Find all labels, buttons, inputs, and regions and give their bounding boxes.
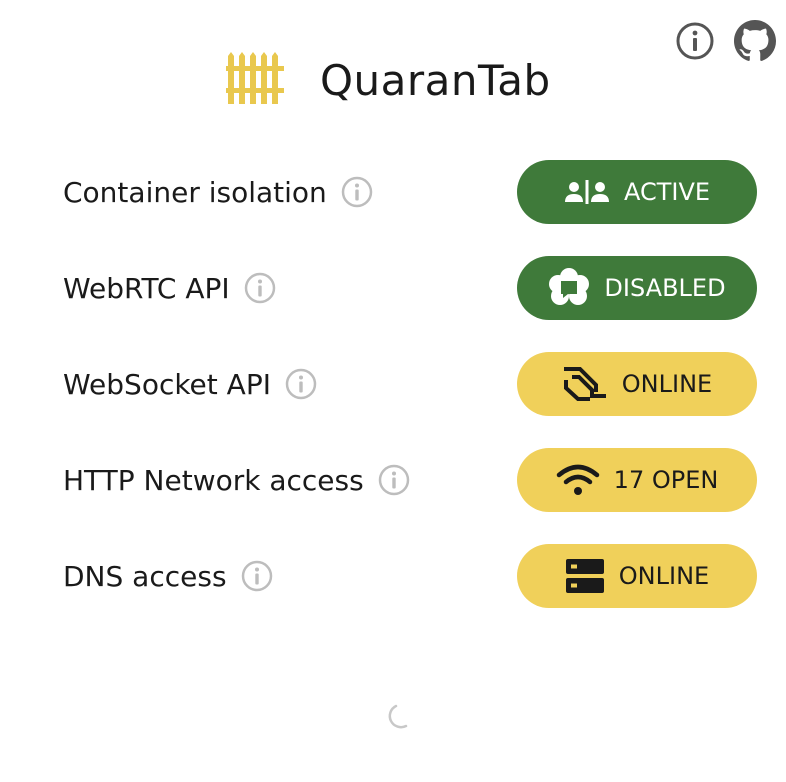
row-label: HTTP Network access <box>63 463 364 497</box>
status-text: DISABLED <box>604 274 726 302</box>
row-container-isolation: Container isolation ACTIVE <box>63 160 757 224</box>
top-icons <box>674 20 776 62</box>
status-text: ONLINE <box>621 370 713 398</box>
status-button-dns[interactable]: ONLINE <box>517 544 757 608</box>
row-label: Container isolation <box>63 175 327 209</box>
row-label: WebRTC API <box>63 271 230 305</box>
status-button-container-isolation[interactable]: ACTIVE <box>517 160 757 224</box>
info-icon[interactable] <box>285 368 317 400</box>
row-webrtc: WebRTC API DISABLED <box>63 256 757 320</box>
app-header: QuaranTab <box>226 52 551 109</box>
fence-icon <box>226 52 284 109</box>
info-icon[interactable] <box>378 464 410 496</box>
status-text: 17 OPEN <box>613 466 719 494</box>
row-http-network: HTTP Network access 17 OPEN <box>63 448 757 512</box>
users-divider-icon <box>564 178 610 206</box>
server-icon <box>565 558 605 594</box>
status-button-webrtc[interactable]: DISABLED <box>517 256 757 320</box>
loading-spinner-icon <box>386 700 416 730</box>
row-websocket: WebSocket API ONLINE <box>63 352 757 416</box>
status-button-http[interactable]: 17 OPEN <box>517 448 757 512</box>
app-title: QuaranTab <box>320 56 551 105</box>
row-dns: DNS access ONLINE <box>63 544 757 608</box>
wifi-icon <box>556 463 600 497</box>
info-icon[interactable] <box>341 176 373 208</box>
row-label: DNS access <box>63 559 227 593</box>
github-icon[interactable] <box>734 20 776 62</box>
info-icon[interactable] <box>674 20 716 62</box>
status-text: ACTIVE <box>623 178 711 206</box>
webrtc-icon <box>548 268 590 308</box>
row-label: WebSocket API <box>63 367 271 401</box>
websocket-icon <box>562 366 608 402</box>
status-text: ONLINE <box>618 562 710 590</box>
info-icon[interactable] <box>241 560 273 592</box>
status-button-websocket[interactable]: ONLINE <box>517 352 757 416</box>
info-icon[interactable] <box>244 272 276 304</box>
